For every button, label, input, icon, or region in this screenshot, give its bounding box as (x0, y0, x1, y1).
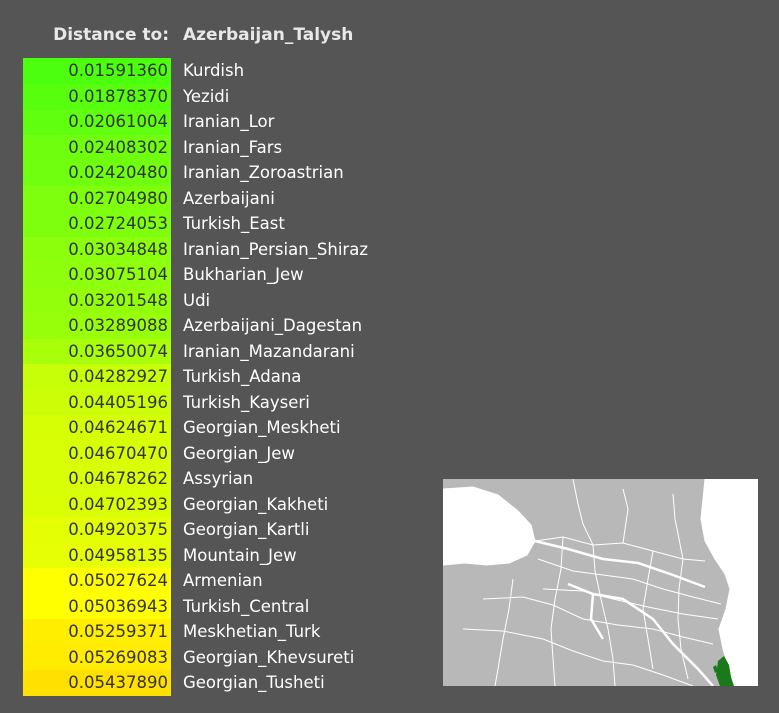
distance-value: 0.02420480 (23, 160, 171, 186)
population-name: Armenian (183, 571, 263, 590)
population-name: Yezidi (183, 86, 230, 106)
table-row: 0.04958135 Mountain_Jew (0, 542, 420, 568)
table-row: 0.02408302 Iranian_Fars (0, 134, 420, 160)
population-name: Udi (183, 290, 211, 310)
target-population: Azerbaijan_Talysh (183, 25, 354, 45)
distance-value: 0.03201548 (23, 287, 171, 313)
table-row: 0.02724053 Turkish_East (0, 211, 420, 237)
table-row: 0.04920375 Georgian_Kartli (0, 517, 420, 543)
distance-value: 0.05259371 (23, 619, 171, 645)
map-svg (443, 479, 758, 686)
distance-value: 0.03289088 (23, 313, 171, 339)
distance-value: 0.02061004 (23, 109, 171, 135)
header: Distance to: Azerbaijan_Talysh (0, 22, 779, 48)
distance-value: 0.04920375 (23, 517, 171, 543)
distance-value: 0.04405196 (23, 389, 171, 415)
population-name: Azerbaijani_Dagestan (183, 316, 363, 335)
table-row: 0.03075104 Bukharian_Jew (0, 262, 420, 288)
table-row: 0.03034848 Iranian_Persian_Shiraz (0, 236, 420, 262)
population-name: Bukharian_Jew (183, 265, 304, 284)
table-row: 0.02061004 Iranian_Lor (0, 109, 420, 135)
table-row: 0.05027624 Armenian (0, 568, 420, 594)
distance-value: 0.02724053 (23, 211, 171, 237)
table-row: 0.02420480 Iranian_Zoroastrian (0, 160, 420, 186)
table-row: 0.05259371 Meskhetian_Turk (0, 619, 420, 645)
distance-value: 0.03034848 (23, 236, 171, 262)
distance-value: 0.04678262 (23, 466, 171, 492)
population-name: Azerbaijani (183, 188, 275, 208)
table-row: 0.05036943 Turkish_Central (0, 593, 420, 619)
table-row: 0.05269083 Georgian_Khevsureti (0, 644, 420, 670)
distance-value: 0.01591360 (23, 58, 171, 84)
population-name: Iranian_Fars (183, 137, 283, 157)
table-row: 0.04678262 Assyrian (0, 466, 420, 492)
table-row: 0.04670470 Georgian_Jew (0, 440, 420, 466)
table-row: 0.04624671 Georgian_Meskheti (0, 415, 420, 441)
distance-value: 0.03075104 (23, 262, 171, 288)
table-row: 0.03650074 Iranian_Mazandarani (0, 338, 420, 364)
population-name: Iranian_Zoroastrian (183, 163, 344, 182)
table-row: 0.05437890 Georgian_Tusheti (0, 670, 420, 696)
table-row: 0.04702393 Georgian_Kakheti (0, 491, 420, 517)
population-name: Meskhetian_Turk (183, 622, 321, 641)
population-name: Iranian_Mazandarani (183, 341, 355, 361)
distance-value: 0.05269083 (23, 644, 171, 670)
table-row: 0.02704980 Azerbaijani (0, 185, 420, 211)
population-name: Georgian_Tusheti (183, 673, 325, 692)
distance-value: 0.02408302 (23, 134, 171, 160)
distance-value: 0.03650074 (23, 338, 171, 364)
table-row: 0.03289088 Azerbaijani_Dagestan (0, 313, 420, 339)
population-name: Georgian_Meskheti (183, 418, 341, 437)
population-name: Georgian_Khevsureti (183, 647, 355, 667)
population-name: Mountain_Jew (183, 545, 297, 565)
table-row: 0.04282927 Turkish_Adana (0, 364, 420, 390)
distance-value: 0.05036943 (23, 593, 171, 619)
table-row: 0.01878370 Yezidi (0, 83, 420, 109)
distance-value: 0.05437890 (23, 670, 171, 696)
distance-value: 0.01878370 (23, 83, 171, 109)
population-name: Georgian_Jew (183, 443, 295, 463)
distance-value: 0.04958135 (23, 542, 171, 568)
distance-value: 0.04624671 (23, 415, 171, 441)
population-name: Georgian_Kartli (183, 520, 310, 539)
distance-value: 0.04670470 (23, 440, 171, 466)
population-name: Turkish_Kayseri (183, 392, 310, 412)
population-name: Turkish_Central (183, 596, 310, 616)
distance-value: 0.05027624 (23, 568, 171, 594)
table-row: 0.01591360 Kurdish (0, 58, 420, 84)
population-name: Kurdish (183, 61, 245, 80)
distance-value: 0.04282927 (23, 364, 171, 390)
distance-to-label: Distance to: (53, 25, 169, 45)
table-row: 0.03201548 Udi (0, 287, 420, 313)
population-name: Georgian_Kakheti (183, 494, 329, 514)
population-name: Iranian_Lor (183, 112, 275, 131)
table-row: 0.04405196 Turkish_Kayseri (0, 389, 420, 415)
region-map (443, 479, 758, 686)
population-name: Iranian_Persian_Shiraz (183, 239, 368, 259)
population-name: Turkish_Adana (183, 367, 302, 386)
distance-value: 0.02704980 (23, 185, 171, 211)
population-name: Turkish_East (183, 214, 285, 233)
distance-table: 0.01591360 Kurdish 0.01878370 Yezidi 0.02061… (0, 58, 420, 696)
distance-value: 0.04702393 (23, 491, 171, 517)
population-name: Assyrian (183, 469, 254, 488)
